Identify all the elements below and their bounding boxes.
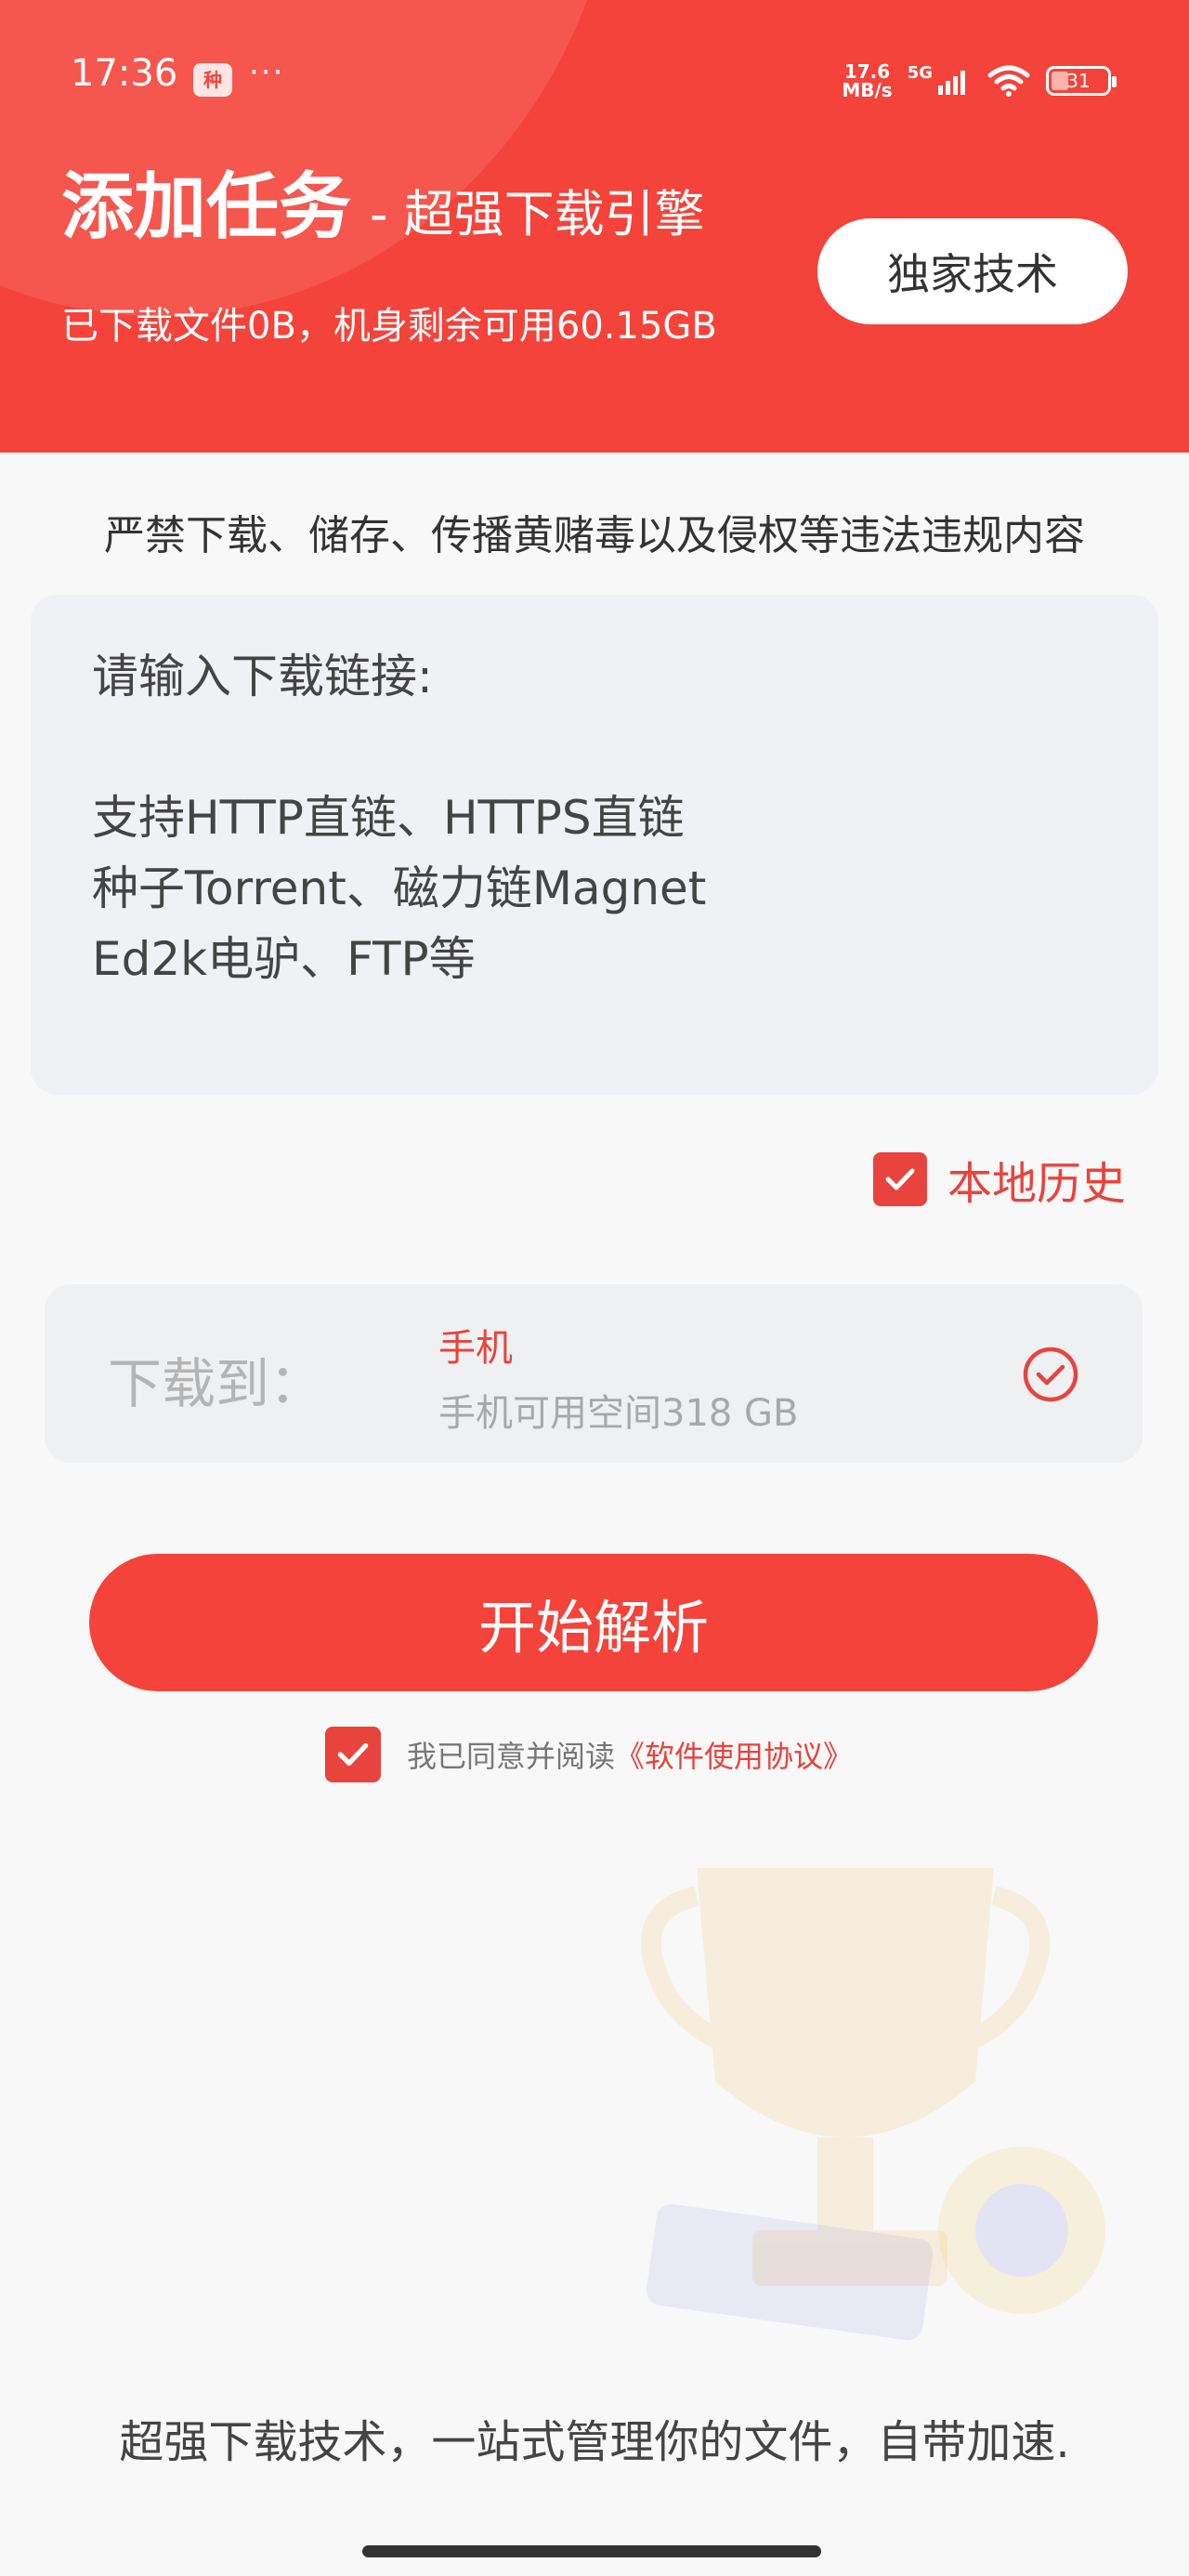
network-type: 5G (907, 62, 933, 83)
net-speed-value: 17.6 (843, 60, 891, 83)
history-checkbox[interactable] (872, 1152, 927, 1206)
header: 17:36 种 ··· 17.6 MB/s 5G 31 添加任务 - 超强下载引… (0, 0, 1189, 453)
software-agreement-link[interactable]: 《软件使用协议》 (615, 1739, 853, 1774)
trophy-illustration (640, 1868, 1105, 2341)
start-parse-button[interactable]: 开始解析 (89, 1554, 1098, 1691)
destination-label: 下载到： (108, 1352, 324, 1415)
agreement-row: 我已同意并阅读《软件使用协议》 (325, 1727, 853, 1782)
title-main: 添加任务 (61, 165, 352, 249)
battery-icon: 31 (1046, 66, 1117, 96)
exclusive-tech-button[interactable]: 独家技术 (817, 218, 1128, 324)
battery-level: 31 (1066, 70, 1091, 92)
title-subtitle: - 超强下载引擎 (370, 185, 705, 243)
net-speed: 17.6 MB/s (842, 62, 892, 99)
local-history-toggle[interactable]: 本地历史 (872, 1147, 1126, 1212)
status-time: 17:36 (71, 52, 178, 95)
check-icon (337, 1742, 369, 1767)
signal-icon (938, 71, 965, 95)
footer-slogan: 超强下载技术，一站式管理你的文件，自带加速. (119, 2416, 1070, 2468)
destination-space: 手机可用空间318 GB (438, 1392, 799, 1435)
selected-check-icon (1023, 1347, 1078, 1402)
notification-badge: 种 (193, 63, 232, 97)
wifi-icon (987, 65, 1030, 97)
agreement-text: 我已同意并阅读《软件使用协议》 (407, 1733, 853, 1776)
destination-name: 手机 (438, 1327, 513, 1370)
home-indicator[interactable] (362, 2545, 821, 2557)
storage-info: 已下载文件0B，机身剩余可用60.15GB (61, 305, 717, 348)
check-icon (885, 1168, 915, 1190)
more-notifications-icon: ··· (249, 54, 285, 91)
agreement-checkbox[interactable] (325, 1727, 381, 1782)
agreement-prefix: 我已同意并阅读 (407, 1739, 616, 1774)
download-destination[interactable]: 下载到： 手机 手机可用空间318 GB (45, 1284, 1143, 1463)
page-title: 添加任务 - 超强下载引擎 (61, 149, 705, 253)
local-history-label: 本地历史 (947, 1158, 1126, 1210)
download-link-input[interactable]: 请输入下载链接: 支持HTTP直链、HTTPS直链 种子Torrent、磁力链M… (31, 595, 1158, 1095)
legal-warning: 严禁下载、储存、传播黄赌毒以及侵权等违法违规内容 (104, 512, 1085, 559)
status-indicators: 17.6 MB/s 5G 31 (842, 58, 1117, 104)
net-speed-unit: MB/s (842, 79, 893, 101)
